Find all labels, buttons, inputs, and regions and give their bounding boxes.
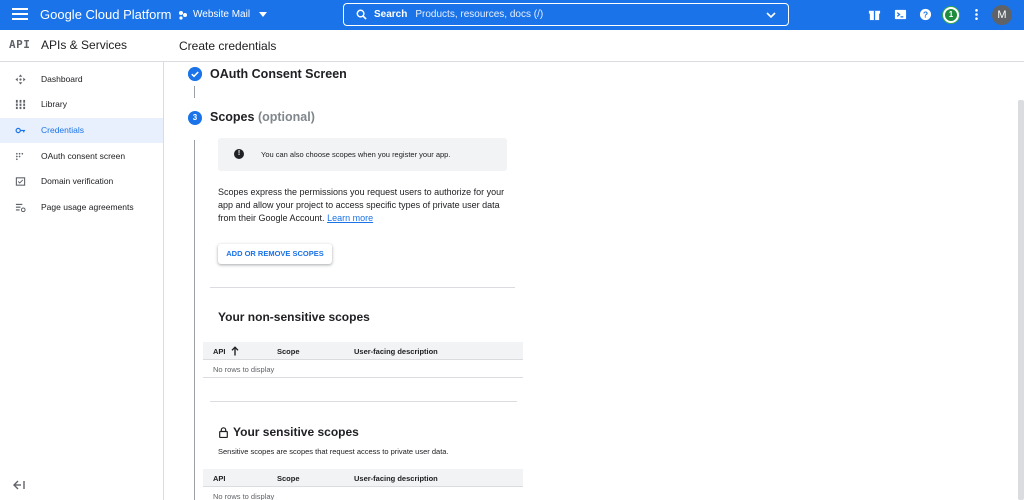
sensitive-scopes-title: Your sensitive scopes [233,425,359,439]
table-empty-row: No rows to display [203,360,523,378]
more-vert-icon[interactable] [970,8,983,21]
api-header: API APIs & Services [0,30,164,62]
scrollbar[interactable] [1018,100,1024,500]
lock-icon [219,427,228,438]
column-header-scope[interactable]: Scope [277,347,300,356]
column-header-api[interactable]: API [213,347,226,356]
arrow-up-icon[interactable] [231,346,239,356]
column-header-scope[interactable]: Scope [277,474,300,483]
step-optional-label: (optional) [257,110,315,124]
search-label: Search [374,9,408,20]
info-text: You can also choose scopes when you regi… [261,150,451,159]
sidebar-item-label: Credentials [41,125,84,135]
scopes-description: Scopes express the permissions you reque… [218,186,518,225]
step-connector [194,140,195,500]
page-title: Create credentials [179,39,277,53]
empty-table-message: No rows to display [213,365,275,374]
step-scopes-label: Scopes [210,110,255,124]
table-header: API Scope User-facing description [203,342,523,360]
sidebar-item-label: Domain verification [41,176,114,186]
help-icon[interactable]: ? [919,8,932,21]
sensitive-scopes-table: API Scope User-facing description No row… [203,469,523,500]
page-header: Create credentials [164,30,1024,62]
sidebar-item-label: OAuth consent screen [41,151,126,161]
step-connector [194,86,195,98]
dashboard-icon [15,74,26,85]
caret-down-icon [259,12,268,17]
step-number-badge: 3 [188,111,202,125]
consent-icon [16,152,24,161]
main-content: OAuth Consent Screen 3 Scopes (optional)… [164,62,1024,500]
sidebar-item-dashboard[interactable]: Dashboard [0,67,163,92]
divider [210,401,517,402]
sidebar-item-credentials[interactable]: Credentials [0,118,163,143]
sidebar-item-label: Page usage agreements [41,202,134,212]
svg-text:?: ? [923,10,928,20]
search-icon [356,9,367,20]
step-oauth-consent-title[interactable]: OAuth Consent Screen [210,67,347,81]
sidebar-item-page-usage[interactable]: Page usage agreements [0,195,163,220]
step-scopes-title: Scopes (optional) [210,110,315,124]
sidebar-item-oauth-consent[interactable]: OAuth consent screen [0,144,163,169]
key-icon [15,127,26,134]
top-app-bar: Google Cloud Platform Website Mail Searc… [0,0,1024,30]
column-header-description[interactable]: User-facing description [354,474,438,483]
info-icon: ! [234,149,244,159]
non-sensitive-scopes-title: Your non-sensitive scopes [218,310,370,324]
notifications-badge[interactable]: 1 [943,7,959,23]
column-header-description[interactable]: User-facing description [354,347,438,356]
chevron-down-icon[interactable] [766,10,776,20]
collapse-sidebar-icon[interactable] [13,480,25,490]
divider [210,287,515,288]
menu-icon[interactable] [12,8,28,22]
library-icon [15,99,26,110]
column-header-api[interactable]: API [213,474,226,483]
sidebar-item-library[interactable]: Library [0,92,163,117]
gift-icon[interactable] [868,8,881,21]
search-input[interactable]: Search Products, resources, docs (/) [343,3,789,26]
sidebar: Dashboard Library Credentials OAuth cons… [0,62,164,500]
domain-icon [15,177,26,186]
check-circle-icon [188,67,202,81]
cloud-shell-icon[interactable] [894,8,907,21]
project-icon [179,10,187,20]
add-remove-scopes-button[interactable]: ADD OR REMOVE SCOPES [218,244,332,264]
sidebar-item-label: Library [41,99,67,109]
table-empty-row: No rows to display [203,487,523,500]
sensitive-scopes-description: Sensitive scopes are scopes that request… [218,447,449,456]
avatar[interactable]: M [992,5,1012,25]
empty-table-message: No rows to display [213,492,275,500]
settings-list-icon [15,203,26,213]
search-placeholder: Products, resources, docs (/) [415,9,544,20]
api-logo: API [9,38,31,51]
non-sensitive-scopes-table: API Scope User-facing description No row… [203,342,523,378]
learn-more-link[interactable]: Learn more [327,213,373,223]
api-section-title: APIs & Services [41,38,128,52]
info-banner: ! You can also choose scopes when you re… [218,138,507,171]
sidebar-item-domain-verification[interactable]: Domain verification [0,169,163,194]
project-selector[interactable]: Website Mail [178,9,268,20]
brand-title[interactable]: Google Cloud Platform [40,7,172,22]
sidebar-item-label: Dashboard [41,74,83,84]
project-name: Website Mail [193,9,251,20]
table-header: API Scope User-facing description [203,469,523,487]
